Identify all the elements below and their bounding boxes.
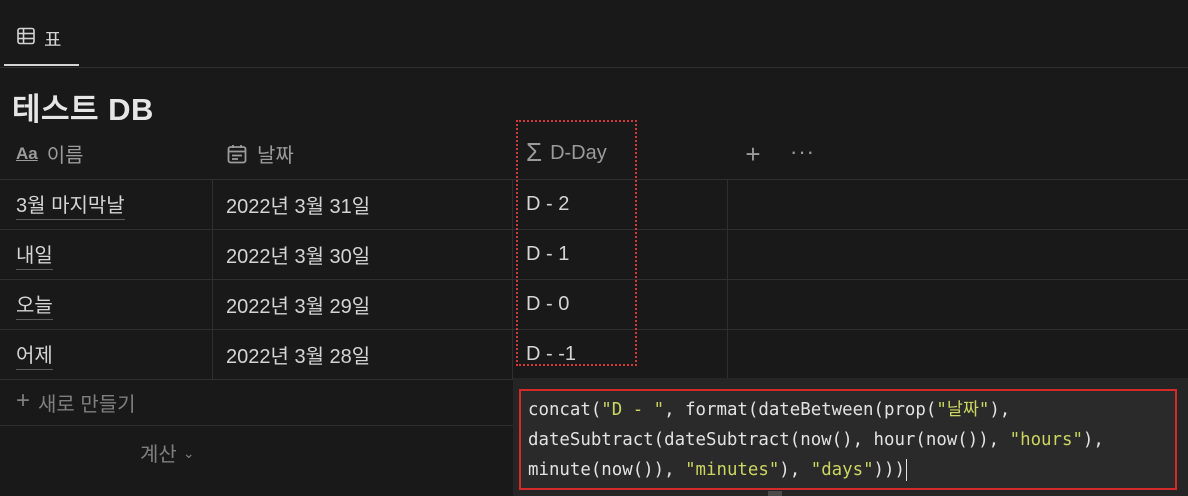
column-header-label: 이름 [46, 145, 84, 167]
text-caret [905, 459, 907, 481]
formula-token: , format(dateBetween(prop( [664, 400, 937, 420]
formula-token: ), [989, 400, 1011, 420]
row-name[interactable]: 어제 [16, 339, 53, 370]
column-header-date[interactable]: 날짜 [226, 128, 513, 179]
formula-token: ), [779, 460, 811, 480]
dday-cell[interactable]: D - 0 [513, 280, 728, 329]
name-cell[interactable]: 3월 마지막날 [0, 180, 213, 229]
tab-label: 표 [44, 30, 62, 51]
column-header-label: D-Day [550, 142, 607, 164]
sigma-formula-icon: Σ [526, 137, 543, 167]
formula-input[interactable]: concat("D - ", format(dateBetween(prop("… [519, 389, 1177, 490]
table-body: 3월 마지막날 2022년 3월 31일 D - 2 내일 2022년 3월 3… [0, 180, 1188, 380]
formula-token: ))) [873, 460, 905, 480]
formula-string: "날짜" [936, 400, 990, 420]
calculate-button[interactable]: 계산 ⌄ [140, 438, 195, 467]
table-icon [17, 27, 35, 45]
database-title[interactable]: 테스트 DB [12, 84, 154, 129]
name-cell[interactable]: 내일 [0, 230, 213, 279]
text-property-icon: Aa [16, 143, 38, 163]
dday-cell[interactable]: D - 1 [513, 230, 728, 279]
plus-icon: + [16, 387, 31, 414]
date-cell[interactable]: 2022년 3월 28일 [213, 330, 513, 379]
row-name[interactable]: 3월 마지막날 [16, 189, 125, 220]
dday-cell[interactable]: D - 2 [513, 180, 728, 229]
tab-table[interactable]: 표 [4, 14, 79, 66]
table-row[interactable]: 어제 2022년 3월 28일 D - -1 [0, 330, 1188, 380]
formula-token: dateSubtract(dateSubtract(now(), hour(no… [528, 430, 1010, 450]
formula-token: concat( [528, 400, 602, 420]
date-cell[interactable]: 2022년 3월 29일 [213, 280, 513, 329]
row-name[interactable]: 오늘 [16, 289, 53, 320]
calculate-label: 계산 [140, 444, 177, 466]
date-cell[interactable]: 2022년 3월 30일 [213, 230, 513, 279]
column-header-name[interactable]: Aa 이름 [16, 128, 213, 179]
new-row-button[interactable]: + 새로 만들기 [0, 379, 513, 426]
scrollbar-thumb[interactable] [768, 491, 782, 496]
formula-string: "D - " [601, 400, 665, 420]
formula-string: "minutes" [685, 460, 780, 480]
name-cell[interactable]: 어제 [0, 330, 213, 379]
more-options-button[interactable]: ··· [790, 140, 814, 168]
formula-token: ), [1082, 430, 1104, 450]
formula-string: "days" [810, 460, 874, 480]
dday-cell[interactable]: D - -1 [513, 330, 728, 379]
view-tab-bar: 표 [0, 0, 1188, 68]
table-header: Aa 이름 날짜 Σ D-Day [0, 128, 1188, 180]
calendar-icon [227, 144, 247, 163]
formula-string: "hours" [1009, 430, 1083, 450]
table-row[interactable]: 내일 2022년 3월 30일 D - 1 [0, 230, 1188, 280]
formula-token: minute(now()), [528, 460, 686, 480]
column-header-label: 날짜 [257, 145, 294, 167]
row-name[interactable]: 내일 [16, 239, 53, 270]
chevron-down-icon: ⌄ [182, 445, 195, 461]
new-row-label: 새로 만들기 [38, 393, 136, 416]
table-row[interactable]: 오늘 2022년 3월 29일 D - 0 [0, 280, 1188, 330]
table-row[interactable]: 3월 마지막날 2022년 3월 31일 D - 2 [0, 180, 1188, 230]
column-header-dday[interactable]: Σ D-Day [526, 128, 728, 179]
add-property-button[interactable]: + [742, 140, 764, 168]
name-cell[interactable]: 오늘 [0, 280, 213, 329]
date-cell[interactable]: 2022년 3월 31일 [213, 180, 513, 229]
